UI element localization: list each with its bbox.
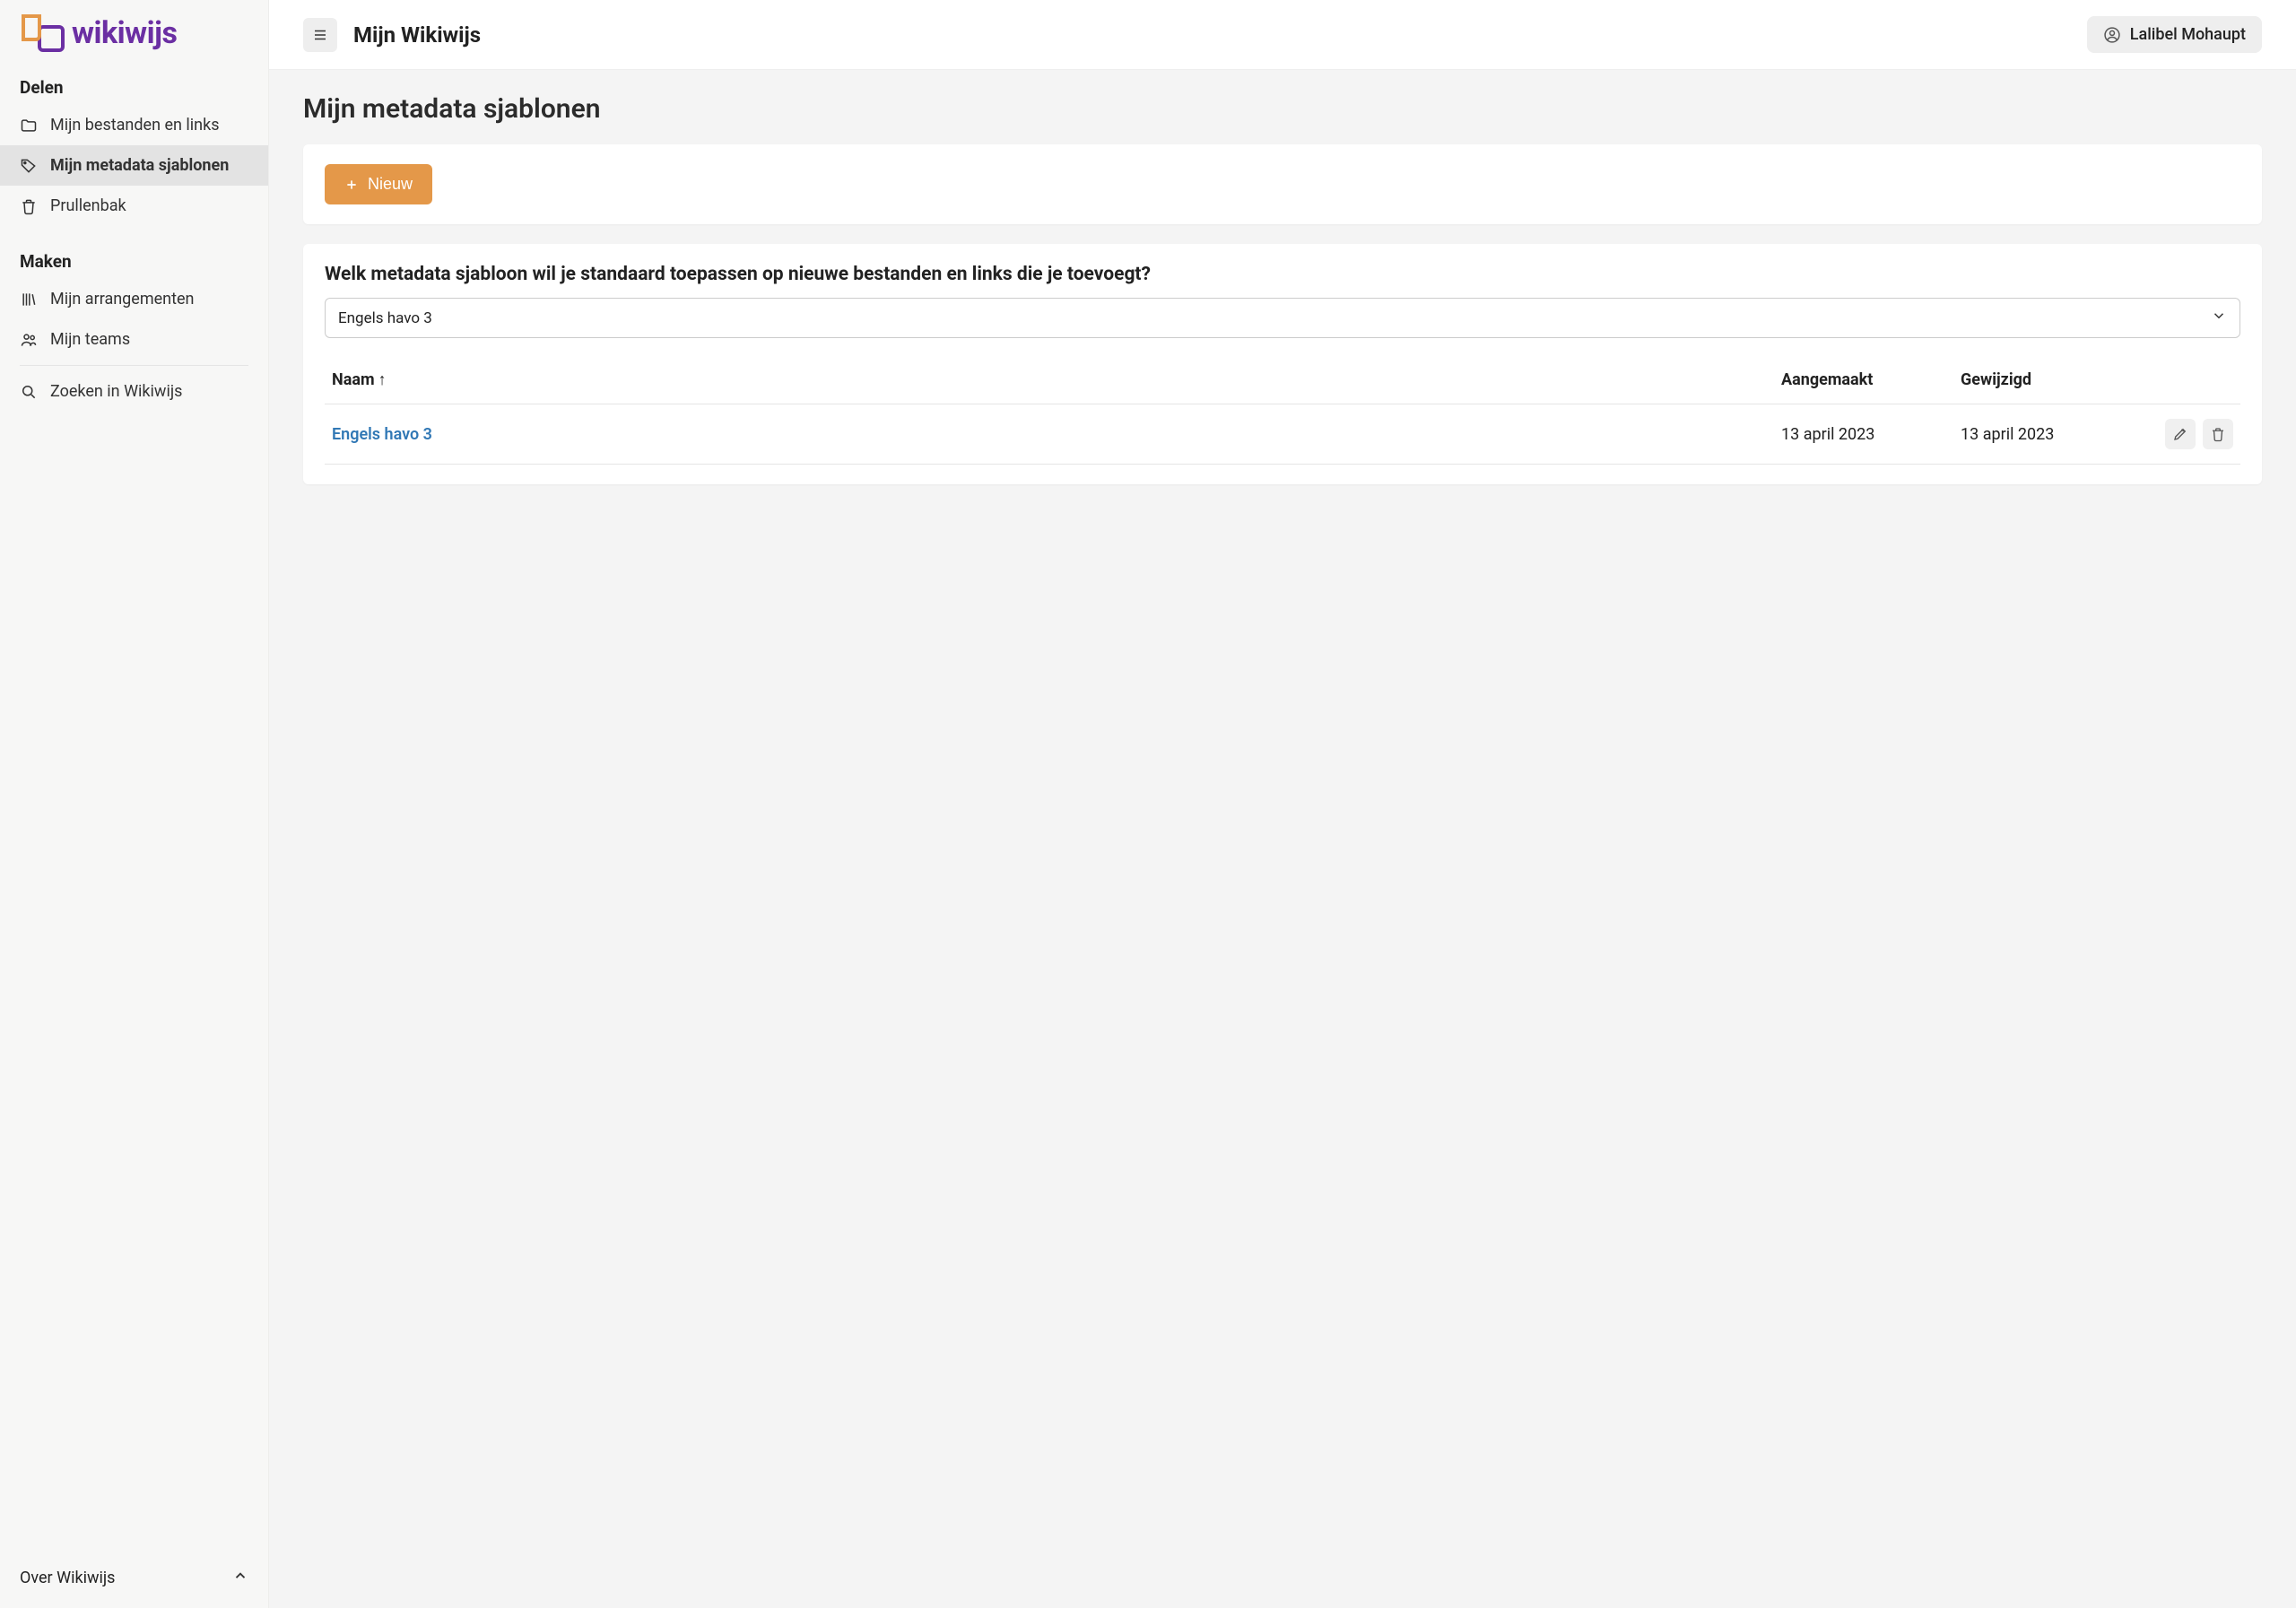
logo-icon — [20, 13, 66, 54]
user-icon — [2103, 26, 2121, 44]
sidebar-item-label: Zoeken in Wikiwijs — [50, 382, 182, 401]
template-link[interactable]: Engels havo 3 — [332, 425, 432, 444]
sidebar-item-mijn-arrangementen[interactable]: Mijn arrangementen — [0, 279, 268, 319]
sidebar-item-mijn-metadata-sjablonen[interactable]: Mijn metadata sjablonen — [0, 145, 268, 186]
sidebar-footer-over-wikiwijs[interactable]: Over Wikiwijs — [0, 1552, 268, 1608]
people-icon — [20, 331, 38, 349]
sidebar-item-mijn-teams[interactable]: Mijn teams — [0, 319, 268, 360]
chevron-up-icon — [232, 1568, 248, 1588]
sidebar-item-label: Mijn teams — [50, 330, 130, 349]
cell-created: 13 april 2023 — [1774, 404, 1953, 465]
new-card: Nieuw — [303, 144, 2262, 224]
folder-icon — [20, 117, 38, 135]
column-header-gewijzigd[interactable]: Gewijzigd — [1953, 356, 2133, 404]
sidebar-item-mijn-bestanden[interactable]: Mijn bestanden en links — [0, 105, 268, 145]
delete-button[interactable] — [2203, 419, 2233, 449]
chevron-down-icon — [2211, 308, 2227, 328]
sidebar: wikiwijs Delen Mijn bestanden en links M… — [0, 0, 269, 1608]
default-template-question: Welk metadata sjabloon wil je standaard … — [325, 264, 2240, 285]
hamburger-button[interactable] — [303, 18, 337, 52]
logo-area: wikiwijs — [0, 0, 268, 57]
topbar: Mijn Wikiwijs Lalibel Mohaupt — [269, 0, 2296, 70]
content: Mijn metadata sjablonen Nieuw Welk metad… — [269, 70, 2296, 520]
column-header-aangemaakt[interactable]: Aangemaakt — [1774, 356, 1953, 404]
app-title: Mijn Wikiwijs — [353, 22, 481, 48]
edit-button[interactable] — [2165, 419, 2196, 449]
sidebar-item-zoeken[interactable]: Zoeken in Wikiwijs — [0, 371, 268, 412]
column-header-naam[interactable]: Naam↑ — [325, 356, 1774, 404]
tag-icon — [20, 157, 38, 175]
sidebar-section-maken: Maken — [0, 226, 268, 279]
sidebar-footer-label: Over Wikiwijs — [20, 1569, 115, 1587]
user-name: Lalibel Mohaupt — [2130, 25, 2246, 44]
hamburger-icon — [312, 27, 328, 43]
sidebar-divider — [20, 365, 248, 366]
table-row: Engels havo 3 13 april 2023 13 april 202… — [325, 404, 2240, 465]
default-template-select[interactable]: Engels havo 3 — [325, 298, 2240, 338]
trash-icon — [20, 197, 38, 215]
column-header-actions — [2133, 356, 2240, 404]
page-title: Mijn metadata sjablonen — [303, 93, 2262, 125]
brand-logo[interactable]: wikiwijs — [20, 13, 248, 54]
sort-arrow-up-icon: ↑ — [378, 370, 387, 389]
sidebar-item-label: Mijn arrangementen — [50, 290, 194, 309]
sidebar-item-label: Mijn metadata sjablonen — [50, 156, 229, 175]
sidebar-item-label: Mijn bestanden en links — [50, 116, 220, 135]
books-icon — [20, 291, 38, 309]
column-header-naam-label: Naam — [332, 370, 375, 389]
sidebar-section-delen: Delen — [0, 57, 268, 105]
user-menu[interactable]: Lalibel Mohaupt — [2087, 16, 2262, 53]
select-value: Engels havo 3 — [338, 309, 432, 327]
search-icon — [20, 383, 38, 401]
main: Mijn Wikiwijs Lalibel Mohaupt Mijn metad… — [269, 0, 2296, 1608]
pencil-icon — [2172, 426, 2188, 442]
brand-name: wikiwijs — [72, 15, 177, 51]
sidebar-item-prullenbak[interactable]: Prullenbak — [0, 186, 268, 226]
trash-icon — [2210, 426, 2226, 442]
sidebar-item-label: Prullenbak — [50, 196, 126, 215]
plus-icon — [344, 178, 359, 192]
new-button-label: Nieuw — [368, 175, 413, 194]
templates-card: Welk metadata sjabloon wil je standaard … — [303, 244, 2262, 484]
new-button[interactable]: Nieuw — [325, 164, 432, 204]
cell-modified: 13 april 2023 — [1953, 404, 2133, 465]
templates-table: Naam↑ Aangemaakt Gewijzigd Engels havo 3… — [325, 356, 2240, 465]
